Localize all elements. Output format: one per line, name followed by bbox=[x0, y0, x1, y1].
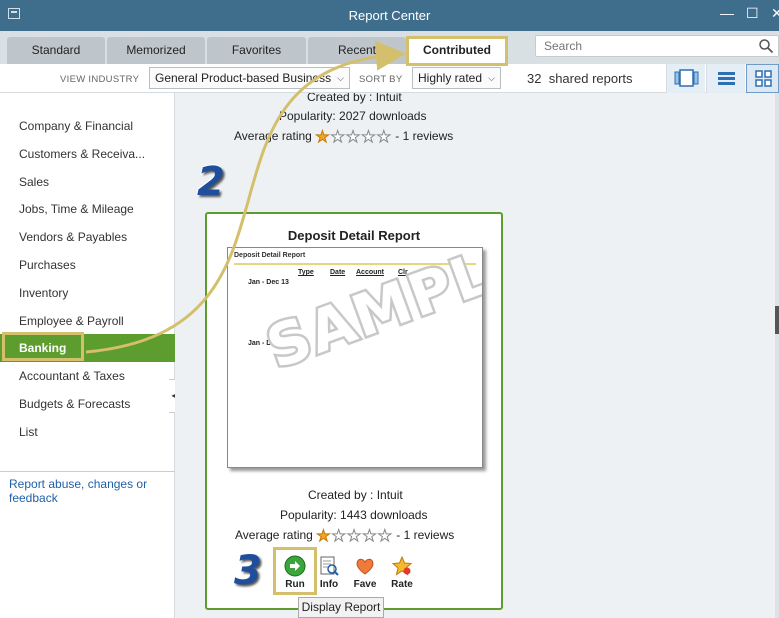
top-report-rating: Average rating ★★★★★ - 1 reviews bbox=[234, 127, 453, 147]
sidebar-item-sales[interactable]: Sales bbox=[0, 168, 175, 196]
rating-stars: ★★★★★ bbox=[315, 127, 392, 147]
star-empty-icon[interactable]: ★ bbox=[377, 528, 392, 546]
fave-button[interactable]: Fave bbox=[345, 555, 385, 590]
report-preview[interactable]: Deposit Detail Report Type Date Account … bbox=[227, 247, 483, 468]
star-filled-icon: ★ bbox=[315, 129, 330, 147]
star-empty-icon: ★ bbox=[330, 129, 345, 147]
downloads-label: downloads bbox=[369, 109, 427, 123]
shared-reports-count: 32 shared reports bbox=[527, 71, 633, 86]
filter-toolbar: VIEW INDUSTRY General Product-based Busi… bbox=[0, 64, 779, 93]
rating-label: Average rating bbox=[235, 528, 313, 543]
step-3-marker: 3 bbox=[233, 547, 263, 595]
star-empty-icon[interactable]: ★ bbox=[346, 528, 361, 546]
tab-bar: Standard Memorized Favorites Recent Cont… bbox=[0, 31, 779, 64]
preview-col-date: Date bbox=[330, 269, 346, 276]
grid-view-icon bbox=[755, 70, 772, 87]
card-created-by: Created by : Intuit bbox=[308, 488, 403, 502]
shared-count-value: 32 bbox=[527, 71, 542, 86]
sample-watermark: SAMPLE bbox=[255, 247, 483, 384]
reviews-count: - 1 reviews bbox=[396, 528, 455, 543]
preview-row-date: Jan - Dec 13 bbox=[248, 279, 289, 286]
tab-memorized[interactable]: Memorized bbox=[107, 37, 205, 64]
star-rate-icon bbox=[391, 555, 413, 576]
list-view-icon bbox=[718, 72, 735, 85]
popularity-label: Popularity: bbox=[279, 109, 336, 123]
star-empty-icon[interactable]: ★ bbox=[331, 528, 346, 546]
vertical-scrollbar[interactable] bbox=[775, 93, 779, 618]
sidebar-item-customers-receivables[interactable]: Customers & Receiva... bbox=[0, 140, 175, 168]
sidebar-item-inventory[interactable]: Inventory bbox=[0, 279, 175, 307]
rate-label: Rate bbox=[391, 579, 413, 590]
star-empty-icon: ★ bbox=[376, 129, 391, 147]
star-empty-icon[interactable]: ★ bbox=[362, 528, 377, 546]
sidebar-item-purchases[interactable]: Purchases bbox=[0, 251, 175, 279]
top-report-popularity: Popularity: 2027 downloads bbox=[279, 109, 426, 123]
downloads-label: downloads bbox=[370, 508, 428, 522]
sidebar-item-budgets-forecasts[interactable]: Budgets & Forecasts bbox=[0, 390, 175, 418]
rating-label: Average rating bbox=[234, 129, 312, 144]
carousel-view-button[interactable] bbox=[666, 64, 705, 93]
popularity-value: 1443 bbox=[340, 508, 367, 522]
sidebar-item-list[interactable]: List bbox=[0, 418, 175, 446]
card-popularity: Popularity: 1443 downloads bbox=[280, 508, 427, 522]
banking-item-highlight bbox=[2, 332, 84, 361]
sidebar-item-jobs-time-mileage[interactable]: Jobs, Time & Mileage bbox=[0, 195, 175, 223]
rate-button[interactable]: Rate bbox=[382, 555, 422, 590]
search-input[interactable] bbox=[536, 36, 746, 56]
contributed-tab-highlight bbox=[406, 36, 508, 66]
chevron-down-icon: ⌵ bbox=[488, 73, 495, 83]
run-button-highlight bbox=[273, 547, 317, 595]
industry-select-value: General Product-based Business bbox=[155, 71, 332, 85]
star-filled-icon[interactable]: ★ bbox=[316, 528, 331, 546]
report-abuse-link[interactable]: Report abuse, changes or feedback bbox=[9, 477, 169, 505]
info-icon bbox=[320, 556, 339, 576]
info-label: Info bbox=[319, 579, 339, 590]
chevron-down-icon: ⌵ bbox=[337, 73, 344, 83]
popularity-label: Popularity: bbox=[280, 508, 337, 522]
tab-recent[interactable]: Recent bbox=[308, 37, 406, 64]
window-title: Report Center bbox=[348, 8, 431, 23]
search-box bbox=[535, 35, 779, 57]
scrollbar-thumb[interactable] bbox=[775, 306, 779, 334]
card-rating: Average rating ★★★★★ - 1 reviews bbox=[235, 526, 454, 546]
sidebar-item-accountant-taxes[interactable]: Accountant & Taxes bbox=[0, 362, 175, 390]
report-title: Deposit Detail Report bbox=[287, 228, 421, 243]
sort-by-label: SORT BY bbox=[359, 74, 403, 85]
close-button[interactable]: ✕ bbox=[771, 5, 779, 22]
preview-report-title: Deposit Detail Report bbox=[234, 252, 306, 259]
sidebar-divider bbox=[0, 471, 175, 472]
reviews-count: - 1 reviews bbox=[395, 129, 454, 144]
sidebar-item-company-financial[interactable]: Company & Financial bbox=[0, 112, 175, 140]
display-report-tooltip: Display Report bbox=[298, 597, 384, 618]
sort-select[interactable]: Highly rated ⌵ bbox=[412, 67, 501, 89]
heart-icon bbox=[356, 558, 374, 575]
star-empty-icon: ★ bbox=[361, 129, 376, 147]
list-view-button[interactable] bbox=[706, 64, 745, 93]
grid-view-button[interactable] bbox=[746, 64, 779, 93]
top-report-created-by: Created by : Intuit bbox=[307, 93, 402, 104]
step-2-marker: 2 bbox=[196, 158, 226, 206]
tab-favorites[interactable]: Favorites bbox=[207, 37, 306, 64]
rating-stars[interactable]: ★★★★★ bbox=[316, 526, 393, 546]
maximize-button[interactable]: ☐ bbox=[746, 5, 759, 22]
carousel-view-icon bbox=[674, 69, 699, 87]
search-icon[interactable] bbox=[758, 38, 774, 54]
sort-select-value: Highly rated bbox=[418, 71, 483, 85]
sidebar-item-vendors-payables[interactable]: Vendors & Payables bbox=[0, 223, 175, 251]
sidebar-item-employee-payroll[interactable]: Employee & Payroll bbox=[0, 307, 175, 335]
tab-standard[interactable]: Standard bbox=[7, 37, 105, 64]
report-gallery: Created by : Intuit Popularity: 2027 dow… bbox=[175, 93, 779, 618]
view-industry-label: VIEW INDUSTRY bbox=[60, 74, 140, 85]
fave-label: Fave bbox=[353, 579, 377, 590]
popularity-value: 2027 bbox=[339, 109, 366, 123]
minimize-button[interactable]: — bbox=[720, 5, 734, 21]
title-bar: Report Center — ☐ ✕ bbox=[0, 0, 779, 31]
star-empty-icon: ★ bbox=[345, 129, 361, 147]
industry-select[interactable]: General Product-based Business ⌵ bbox=[149, 67, 350, 89]
preview-col-type: Type bbox=[298, 269, 314, 276]
shared-count-label: shared reports bbox=[548, 71, 633, 86]
